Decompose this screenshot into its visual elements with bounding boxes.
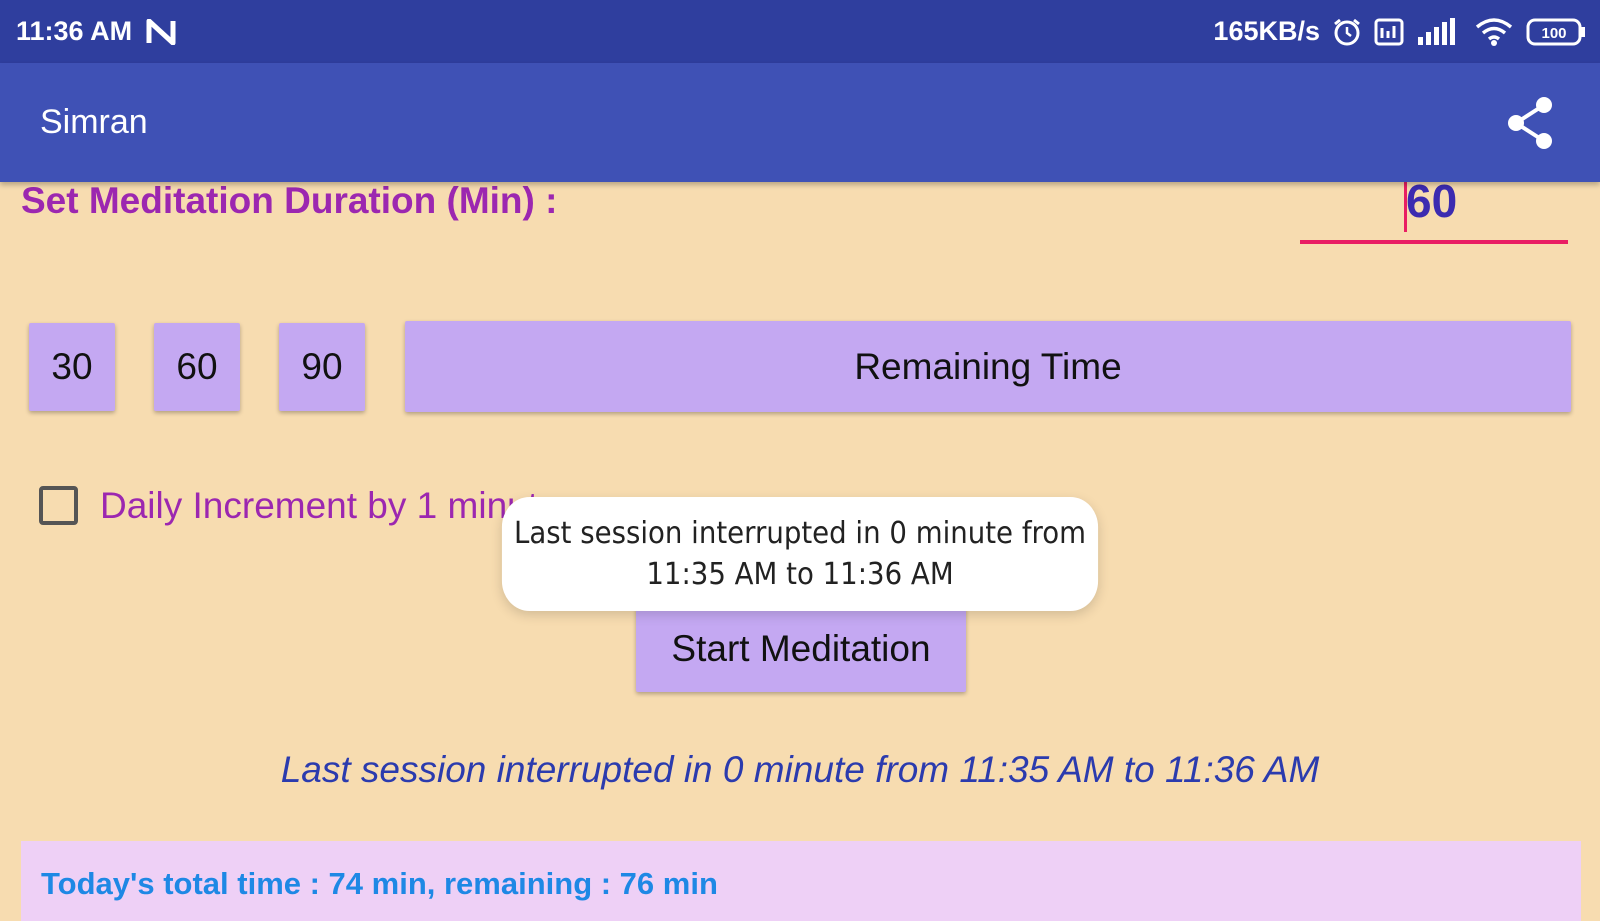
preset-60-button[interactable]: 60	[154, 323, 240, 411]
duration-label: Set Meditation Duration (Min) :	[21, 180, 558, 221]
app-title: Simran	[40, 103, 148, 141]
nfc-icon	[146, 18, 176, 45]
signal-icon	[1416, 17, 1462, 47]
status-bar: 11:36 AM 165KB/s 100	[0, 0, 1600, 63]
preset-90-button[interactable]: 90	[279, 323, 365, 411]
alarm-icon	[1332, 17, 1362, 47]
wifi-icon	[1474, 17, 1514, 47]
toast-message: Last session interrupted in 0 minute fro…	[501, 497, 1099, 611]
net-speed: 165KB/s	[1213, 16, 1320, 46]
summary-text: Today's total time : 74 min, remaining :…	[41, 866, 718, 901]
share-icon[interactable]	[1500, 93, 1560, 153]
summary-panel: Today's total time : 74 min, remaining :…	[21, 841, 1581, 921]
preset-30-button[interactable]: 30	[29, 323, 115, 411]
status-time: 11:36 AM	[16, 16, 133, 46]
daily-increment-checkbox[interactable]	[39, 486, 78, 525]
last-session-text: Last session interrupted in 0 minute fro…	[280, 749, 1320, 790]
status-bar-left: 11:36 AM	[16, 16, 176, 47]
battery-icon: 100	[1526, 17, 1586, 47]
start-meditation-button[interactable]: Start Meditation	[636, 606, 966, 692]
sim-icon	[1374, 18, 1404, 46]
battery-level: 100	[1541, 25, 1566, 42]
duration-input[interactable]: 60	[1300, 174, 1568, 244]
remaining-time-button[interactable]: Remaining Time	[405, 321, 1571, 412]
daily-increment-label[interactable]: Daily Increment by 1 minute	[100, 485, 559, 527]
toast-line-2: 11:35 AM to 11:36 AM	[646, 557, 954, 592]
toast-line-1: Last session interrupted in 0 minute fro…	[513, 516, 1087, 551]
app-bar: Simran	[0, 63, 1600, 182]
duration-value: 60	[1406, 175, 1458, 227]
status-bar-right: 165KB/s 100	[1213, 16, 1586, 47]
